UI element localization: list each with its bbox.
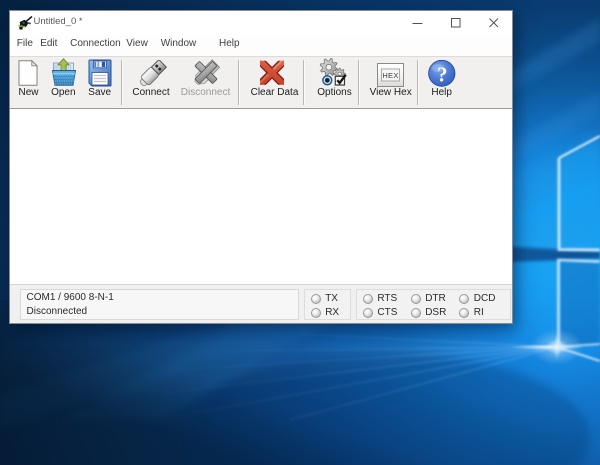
svg-text:HEX: HEX (382, 71, 398, 80)
svg-text:?: ? (437, 63, 448, 87)
